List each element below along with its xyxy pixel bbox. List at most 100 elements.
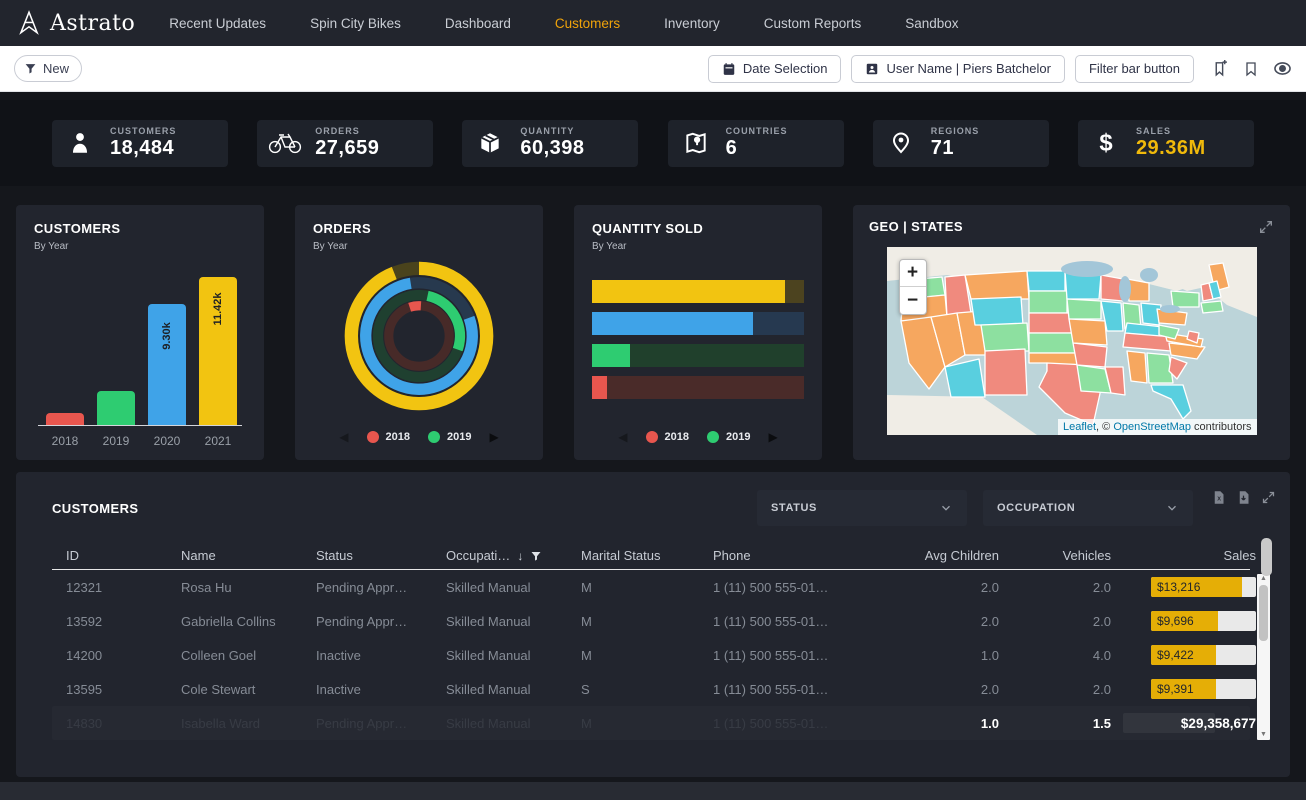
- kpi-card-customers[interactable]: CUSTOMERS18,484: [52, 120, 228, 167]
- kpi-card-sales[interactable]: $SALES29.36M: [1078, 120, 1254, 167]
- cell-phone: 1 (11) 500 555-01…: [713, 614, 881, 629]
- scroll-down-arrow[interactable]: ▼: [1260, 730, 1267, 740]
- column-header-name[interactable]: Name: [181, 548, 316, 563]
- nav-item-spin-city-bikes[interactable]: Spin City Bikes: [310, 16, 401, 31]
- hbar-2019[interactable]: [592, 344, 804, 367]
- brand[interactable]: Astrato: [16, 10, 135, 36]
- nav-item-custom-reports[interactable]: Custom Reports: [764, 16, 862, 31]
- date-selection-button[interactable]: Date Selection: [708, 55, 842, 83]
- openstreetmap-link[interactable]: OpenStreetMap: [1113, 421, 1191, 433]
- filter-bar-button-button[interactable]: Filter bar button: [1075, 55, 1194, 83]
- scrollbar-thumb[interactable]: [1259, 585, 1268, 641]
- legend-item-2019[interactable]: 2019: [707, 431, 750, 443]
- expand-icon[interactable]: [1261, 490, 1276, 505]
- kpi-label: REGIONS: [931, 126, 980, 136]
- column-filter-icon[interactable]: [530, 550, 542, 562]
- kpi-card-regions[interactable]: REGIONS71: [873, 120, 1049, 167]
- legend-item-2018[interactable]: 2018: [367, 431, 410, 443]
- table-row[interactable]: 13592Gabriella CollinsPending Appr…Skill…: [52, 604, 1250, 638]
- cell-avg-children: 2.0: [881, 682, 999, 697]
- kpi-value: 18,484: [110, 137, 176, 160]
- table-row[interactable]: 13595Cole StewartInactiveSkilled ManualS…: [52, 672, 1250, 706]
- legend-next-button[interactable]: ▶: [768, 431, 777, 443]
- nav-item-recent-updates[interactable]: Recent Updates: [169, 16, 266, 31]
- column-header-status[interactable]: Status: [316, 548, 446, 563]
- chart-legend: ◀ 2018 2019 ▶: [592, 426, 804, 448]
- column-header-id[interactable]: ID: [66, 548, 181, 563]
- chart-title: ORDERS: [313, 221, 525, 236]
- legend-item-2018[interactable]: 2018: [646, 431, 689, 443]
- nav-item-inventory[interactable]: Inventory: [664, 16, 720, 31]
- bar-2021[interactable]: 11.42k: [199, 277, 237, 425]
- cell-avg-children: 1.0: [881, 648, 999, 663]
- legend-prev-button[interactable]: ◀: [339, 431, 348, 443]
- quantity-hbar-chart[interactable]: [592, 254, 804, 424]
- kpi-card-quantity[interactable]: QUANTITY60,398: [462, 120, 638, 167]
- table-row[interactable]: 14200Colleen GoelInactiveSkilled ManualM…: [52, 638, 1250, 672]
- eye-icon[interactable]: [1273, 59, 1292, 78]
- kpi-card-countries[interactable]: COUNTRIES6: [668, 120, 844, 167]
- charts-row: CUSTOMERS By Year 201820199.30k202011.42…: [16, 205, 1290, 460]
- hbar-2021[interactable]: [592, 280, 804, 303]
- sales-bar: $9,696: [1151, 611, 1256, 631]
- total-sales: $29,358,677: [1111, 716, 1256, 731]
- orders-chart-card: ORDERS By Year ◀20182019▶: [295, 205, 543, 460]
- column-header-marital-status[interactable]: Marital Status: [581, 548, 713, 563]
- zoom-in-button[interactable]: +: [900, 260, 926, 287]
- bookmark-icon[interactable]: [1243, 61, 1259, 77]
- zoom-out-button[interactable]: −: [900, 287, 926, 314]
- new-filter-label: New: [43, 61, 69, 76]
- bicycle-icon: [267, 131, 303, 155]
- kpi-card-orders[interactable]: ORDERS27,659: [257, 120, 433, 167]
- sort-desc-icon[interactable]: ↓: [517, 549, 523, 563]
- bookmark-add-icon[interactable]: [1212, 60, 1229, 77]
- box-icon: [472, 130, 508, 156]
- bar-2019[interactable]: [97, 391, 135, 425]
- dashboard-sheet: CUSTOMERS18,484ORDERS27,659QUANTITY60,39…: [0, 92, 1306, 782]
- export-excel-icon[interactable]: X: [1211, 490, 1226, 505]
- bar-2020[interactable]: 9.30k: [148, 304, 186, 425]
- cell-id: 14200: [66, 648, 181, 663]
- nav-item-dashboard[interactable]: Dashboard: [445, 16, 511, 31]
- leaflet-link[interactable]: Leaflet: [1063, 421, 1096, 433]
- nav-item-sandbox[interactable]: Sandbox: [905, 16, 958, 31]
- column-header-sales[interactable]: Sales: [1111, 548, 1256, 563]
- donut-arc-2021[interactable]: [351, 268, 486, 403]
- cell-status: Pending Appr…: [316, 614, 446, 629]
- cell-sales: $9,696: [1111, 611, 1256, 631]
- map-title: GEO | STATES: [869, 219, 963, 234]
- table-title: CUSTOMERS: [52, 501, 138, 516]
- orders-donut-chart[interactable]: [313, 254, 525, 424]
- legend-item-2019[interactable]: 2019: [428, 431, 471, 443]
- hbar-2018[interactable]: [592, 376, 804, 399]
- table-scrollbar[interactable]: ▲ ▼: [1257, 574, 1270, 740]
- leaflet-map[interactable]: + − Leaflet, © OpenStreetMap contributor…: [887, 247, 1257, 435]
- sales-bar: $9,422: [1151, 645, 1256, 665]
- status-filter-dropdown[interactable]: STATUS: [757, 490, 967, 526]
- hbar-fill: [592, 376, 607, 399]
- column-header-avg-children[interactable]: Avg Children: [881, 548, 999, 563]
- expand-icon[interactable]: [1258, 219, 1274, 235]
- cell-avg-children: 2.0: [881, 580, 999, 595]
- new-filter-button[interactable]: New: [14, 55, 82, 82]
- user-name-piers-batchelor-button[interactable]: User Name | Piers Batchelor: [851, 55, 1065, 83]
- legend-prev-button[interactable]: ◀: [618, 431, 627, 443]
- cell-name: Cole Stewart: [181, 682, 316, 697]
- nav-item-customers[interactable]: Customers: [555, 16, 620, 31]
- occupation-filter-dropdown[interactable]: OCCUPATION: [983, 490, 1193, 526]
- x-axis-line: [38, 425, 242, 426]
- customers-bar-chart[interactable]: 201820199.30k202011.42k2021: [34, 256, 246, 448]
- toolbar-icon-group: [1212, 59, 1292, 78]
- column-header-occupati[interactable]: Occupati…↓: [446, 548, 581, 563]
- table-body: 12321Rosa HuPending Appr…Skilled ManualM…: [52, 570, 1250, 706]
- sales-value: $9,696: [1157, 614, 1194, 628]
- column-header-phone[interactable]: Phone: [713, 548, 881, 563]
- export-doc-icon[interactable]: [1236, 490, 1251, 505]
- outer-scrollbar-thumb[interactable]: [1261, 538, 1272, 576]
- hbar-2020[interactable]: [592, 312, 804, 335]
- bar-2018[interactable]: [46, 413, 84, 425]
- sales-value: $13,216: [1157, 580, 1200, 594]
- table-row[interactable]: 12321Rosa HuPending Appr…Skilled ManualM…: [52, 570, 1250, 604]
- legend-next-button[interactable]: ▶: [489, 431, 498, 443]
- column-header-vehicles[interactable]: Vehicles: [999, 548, 1111, 563]
